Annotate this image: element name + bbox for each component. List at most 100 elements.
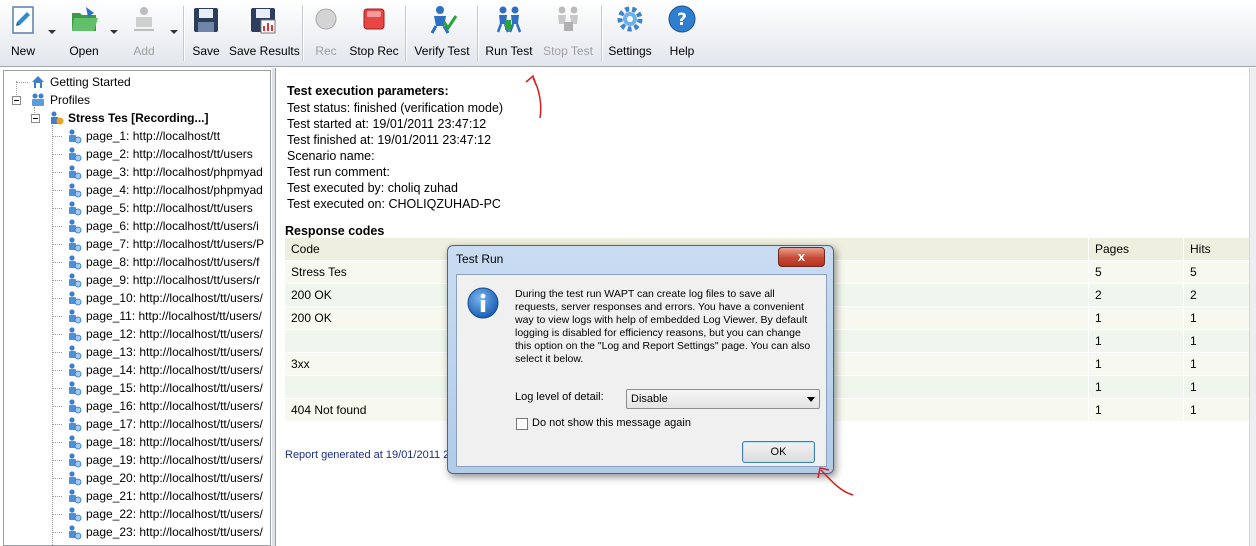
profiles-icon [30,92,46,108]
log-level-value: Disable [631,393,668,405]
chevron-down-icon [807,397,815,402]
cell-pages: 1 [1089,399,1184,421]
ok-button[interactable]: OK [742,441,815,463]
collapse-toggle[interactable] [12,96,21,105]
info-icon [467,287,499,319]
cell-hits: 1 [1184,399,1251,421]
cell-pages: 1 [1089,353,1184,375]
verify-test-button[interactable]: Verify Test [412,4,472,62]
record-icon [310,4,342,36]
page-user-icon [66,308,82,324]
page-user-icon [66,416,82,432]
open-dropdown-arrow[interactable] [110,30,118,34]
page-user-icon [66,380,82,396]
tree-item-page[interactable]: page_10: http://localhost/tt/users/ [8,289,270,307]
tree-item-getting-started[interactable]: Getting Started [8,73,270,91]
tree-item-page[interactable]: page_14: http://localhost/tt/users/ [8,361,270,379]
dialog-message: During the test run WAPT can create log … [515,288,811,365]
run-test-icon [493,4,525,36]
save-results-button[interactable]: Save Results [229,4,300,62]
page-user-icon [66,434,82,450]
vertical-scrollbar[interactable] [1249,68,1256,546]
tree-item-page[interactable]: page_2: http://localhost/tt/users [8,145,270,163]
tree-item-page[interactable]: page_1: http://localhost/tt [8,127,270,145]
tree-item-page[interactable]: page_4: http://localhost/phpmyad [8,181,270,199]
page-user-icon [66,452,82,468]
page-user-icon [66,506,82,522]
dialog-close-button[interactable]: x [778,247,825,267]
cell-pages: 2 [1089,284,1184,306]
tree-item-page[interactable]: page_20: http://localhost/tt/users/ [8,469,270,487]
profiles-tree[interactable]: Getting Started Profiles Stress Tes [Rec… [3,70,271,546]
new-button[interactable]: New [4,4,42,62]
tree-item-profiles[interactable]: Profiles [8,91,270,109]
tree-item-page[interactable]: page_12: http://localhost/tt/users/ [8,325,270,343]
open-folder-icon [68,4,100,36]
page-user-icon [66,344,82,360]
tree-item-page[interactable]: page_9: http://localhost/tt/users/r [8,271,270,289]
new-dropdown-arrow[interactable] [48,30,56,34]
cell-pages: 5 [1089,261,1184,283]
gear-icon [614,4,646,36]
do-not-show-checkbox[interactable] [516,418,528,430]
dialog-title: Test Run [456,252,504,266]
page-user-icon [66,146,82,162]
cell-hits: 5 [1184,261,1251,283]
dialog-body: During the test run WAPT can create log … [456,274,827,467]
cell-hits: 1 [1184,307,1251,329]
tree-item-page[interactable]: page_19: http://localhost/tt/users/ [8,451,270,469]
rec-button[interactable]: Rec [310,4,342,62]
settings-button[interactable]: Settings [608,4,652,62]
report-generated-footer: Report generated at 19/01/2011 2 [285,449,450,461]
cell-pages: 1 [1089,330,1184,352]
tree-item-page[interactable]: page_6: http://localhost/tt/users/i [8,217,270,235]
stop-test-button[interactable]: Stop Test [541,4,595,62]
cell-hits: 2 [1184,284,1251,306]
toolbar-separator [405,6,406,61]
verify-test-icon [426,4,458,36]
help-button[interactable]: ? Help [664,4,700,62]
tree-item-page[interactable]: page_3: http://localhost/phpmyad [8,163,270,181]
toolbar-separator [477,6,478,61]
run-test-button[interactable]: Run Test [484,4,534,62]
tree-item-page[interactable]: page_18: http://localhost/tt/users/ [8,433,270,451]
tree-item-page[interactable]: page_15: http://localhost/tt/users/ [8,379,270,397]
open-button[interactable]: Open [62,4,106,62]
log-level-label: Log level of detail: [515,391,604,403]
page-user-icon [66,128,82,144]
tree-item-page[interactable]: page_16: http://localhost/tt/users/ [8,397,270,415]
page-user-icon [66,470,82,486]
test-run-dialog: Test Run x During the test run WAPT can … [447,245,834,474]
add-button[interactable]: Add [124,4,164,62]
page-user-icon [66,164,82,180]
save-floppy-icon [190,4,222,36]
tree-item-page[interactable]: page_21: http://localhost/tt/users/ [8,487,270,505]
add-dropdown-arrow[interactable] [170,30,178,34]
tree-item-page[interactable]: page_13: http://localhost/tt/users/ [8,343,270,361]
test-run-comment: Test run comment: [287,165,390,179]
cell-pages: 1 [1089,376,1184,398]
toolbar-separator [601,6,602,61]
page-user-icon [66,362,82,378]
stop-record-icon [358,4,390,36]
log-level-select[interactable]: Disable [626,389,820,409]
test-started: Test started at: 19/01/2011 23:47:12 [287,117,487,131]
test-status: Test status: finished (verification mode… [287,101,504,115]
tree-item-page[interactable]: page_5: http://localhost/tt/users [8,199,270,217]
stop-rec-button[interactable]: Stop Rec [349,4,399,62]
tree-item-page[interactable]: page_17: http://localhost/tt/users/ [8,415,270,433]
do-not-show-label[interactable]: Do not show this message again [532,417,691,429]
cell-pages: 1 [1089,307,1184,329]
tree-item-page[interactable]: page_23: http://localhost/tt/users/ [8,523,270,541]
page-user-icon [66,200,82,216]
tree-item-page[interactable]: page_8: http://localhost/tt/users/f [8,253,270,271]
save-button[interactable]: Save [189,4,223,62]
tree-item-page[interactable]: page_7: http://localhost/tt/users/P [8,235,270,253]
tree-item-page[interactable]: page_11: http://localhost/tt/users/ [8,307,270,325]
toolbar-separator [302,6,303,61]
params-heading: Test execution parameters: [287,84,449,98]
tree-item-scenario[interactable]: Stress Tes [Recording...] [8,109,270,127]
tree-item-page[interactable]: page_22: http://localhost/tt/users/ [8,505,270,523]
column-header-pages: Pages [1089,238,1184,260]
collapse-toggle[interactable] [31,114,40,123]
